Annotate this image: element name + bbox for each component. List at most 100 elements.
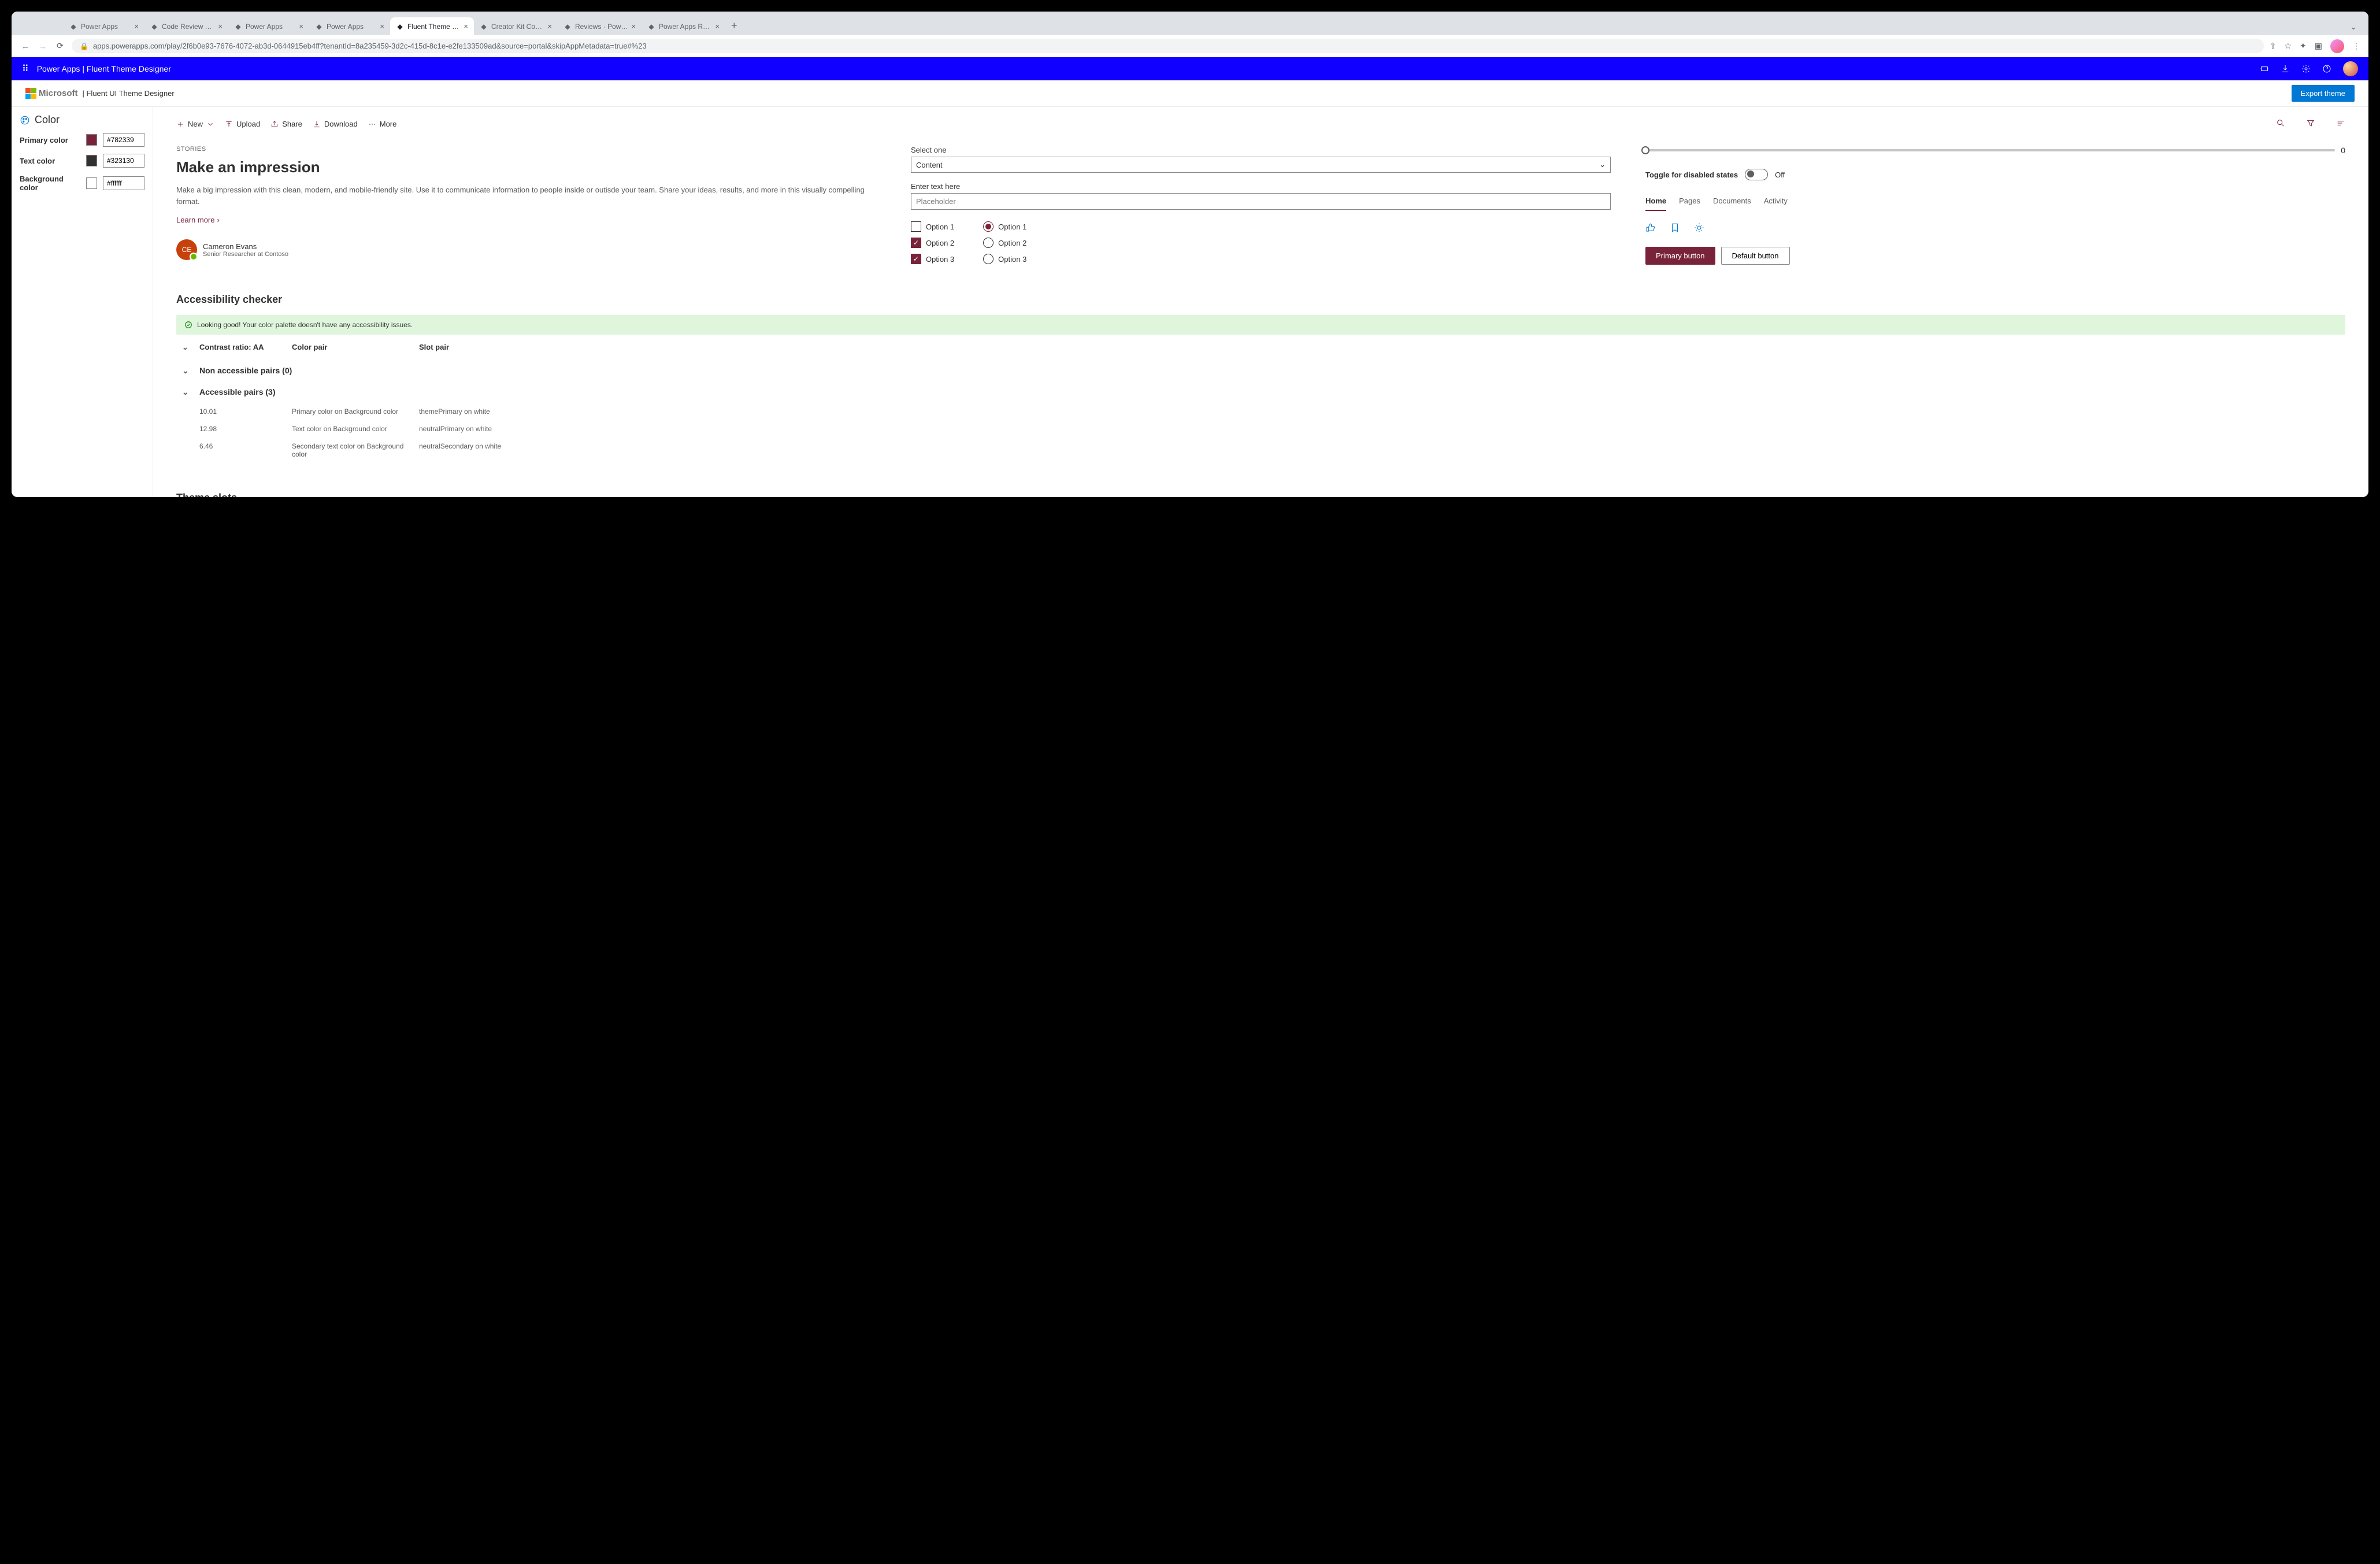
powerapps-icon: ◆ <box>564 23 572 31</box>
learn-more-link[interactable]: Learn more › <box>176 216 220 224</box>
bg-color-input[interactable] <box>103 176 144 190</box>
cell-ratio: 10.01 <box>199 407 292 416</box>
checkbox-option2[interactable]: ✓Option 2 <box>911 238 954 248</box>
fit-icon[interactable] <box>2260 64 2269 73</box>
browser-tab[interactable]: ◆ Power Apps × <box>64 17 144 35</box>
toggle[interactable] <box>1745 169 1768 180</box>
group-accessible[interactable]: ⌄ Accessible pairs (3) <box>176 381 2345 403</box>
section-heading: Accessibility checker <box>176 294 2345 306</box>
chevron-down-icon[interactable]: ⌄ <box>182 343 199 352</box>
primary-color-input[interactable] <box>103 133 144 147</box>
search-icon[interactable] <box>2276 118 2285 129</box>
pivot-documents[interactable]: Documents <box>1713 197 1751 211</box>
bookmark-icon[interactable]: ☆ <box>2284 41 2292 51</box>
powerapps-icon: ◆ <box>69 23 77 31</box>
tab-title: Power Apps <box>327 23 376 31</box>
story-title: Make an impression <box>176 158 876 176</box>
lock-icon: 🔒 <box>80 42 88 50</box>
sidebar-section-label: Color <box>35 114 60 126</box>
tab-close-icon[interactable]: × <box>134 22 139 31</box>
browser-tab[interactable]: ◆ Power Apps Review Tool - × <box>642 17 725 35</box>
like-icon[interactable] <box>1645 223 1656 233</box>
tab-close-icon[interactable]: × <box>631 22 636 31</box>
tab-close-icon[interactable]: × <box>715 22 720 31</box>
more-button[interactable]: More <box>368 120 397 128</box>
pivot: Home Pages Documents Activity <box>1645 197 2345 211</box>
app-launcher-icon[interactable]: ⠿ <box>22 63 29 75</box>
persona-name: Cameron Evans <box>203 242 288 251</box>
new-button[interactable]: New <box>176 120 214 128</box>
sun-icon[interactable] <box>1694 223 1704 233</box>
default-button[interactable]: Default button <box>1721 247 1790 265</box>
browser-tabs: ◆ Power Apps × ◆ Code Review Tool Experi… <box>12 13 2368 35</box>
browser-tab-active[interactable]: ◆ Fluent Theme Designer - P × <box>390 17 474 35</box>
user-avatar[interactable] <box>2343 61 2358 76</box>
browser-tab[interactable]: ◆ Power Apps × <box>228 17 309 35</box>
command-bar: New Upload Share Download More <box>176 118 2345 129</box>
upload-button[interactable]: Upload <box>225 120 260 128</box>
download-icon[interactable] <box>2281 64 2290 73</box>
app-icon[interactable]: ▣ <box>2315 41 2322 51</box>
checkbox-option3[interactable]: ✓Option 3 <box>911 254 954 264</box>
tab-close-icon[interactable]: × <box>218 22 223 31</box>
radio-option3[interactable]: Option 3 <box>983 254 1026 264</box>
back-button[interactable]: ← <box>20 40 31 52</box>
browser-tab[interactable]: ◆ Reviews · Power Apps × <box>558 17 642 35</box>
forward-button[interactable]: → <box>37 40 49 52</box>
browser-tab[interactable]: ◆ Power Apps × <box>309 17 390 35</box>
page-title: | Fluent UI Theme Designer <box>83 89 175 98</box>
browser-tab[interactable]: ◆ Code Review Tool Experim × <box>144 17 228 35</box>
text-input[interactable] <box>911 193 1611 210</box>
tab-close-icon[interactable]: × <box>299 22 303 31</box>
reload-button[interactable]: ⟳ <box>54 40 66 52</box>
col-pair: Color pair <box>292 343 419 352</box>
filter-icon[interactable] <box>2306 118 2315 129</box>
chevron-down-icon: ⌄ <box>182 366 199 376</box>
select-input[interactable]: Content ⌄ <box>911 157 1611 173</box>
export-theme-button[interactable]: Export theme <box>2292 85 2355 102</box>
primary-color-field: Primary color <box>20 133 144 147</box>
icon-row <box>1645 223 2345 233</box>
tab-close-icon[interactable]: × <box>380 22 384 31</box>
extensions-icon[interactable]: ✦ <box>2300 41 2307 51</box>
text-color-input[interactable] <box>103 154 144 168</box>
profile-avatar[interactable] <box>2330 39 2344 53</box>
slider[interactable]: 0 <box>1645 146 2345 155</box>
address-bar[interactable]: 🔒 apps.powerapps.com/play/2f6b0e93-7676-… <box>72 39 2264 53</box>
chevron-right-icon: › <box>217 216 219 224</box>
table-row: 12.98 Text color on Background color neu… <box>176 420 2345 438</box>
color-swatch[interactable] <box>86 155 97 166</box>
checkbox-option1[interactable]: Option 1 <box>911 221 954 232</box>
microsoft-logo: Microsoft <box>25 88 78 99</box>
pivot-home[interactable]: Home <box>1645 197 1666 211</box>
select-label: Select one <box>911 146 1611 154</box>
pivot-activity[interactable]: Activity <box>1764 197 1788 211</box>
powerapps-icon: ◆ <box>396 23 404 31</box>
menu-icon[interactable]: ⋮ <box>2352 41 2360 51</box>
color-swatch[interactable] <box>86 134 97 146</box>
tab-title: Code Review Tool Experim <box>162 23 214 31</box>
share-button[interactable]: Share <box>270 120 302 128</box>
tab-overflow-button[interactable]: ⌄ <box>2344 18 2363 35</box>
help-icon[interactable] <box>2322 64 2331 73</box>
primary-button[interactable]: Primary button <box>1645 247 1715 265</box>
browser-tab[interactable]: ◆ Creator Kit Control Referen × <box>474 17 558 35</box>
settings-icon[interactable] <box>2301 64 2311 73</box>
tab-close-icon[interactable]: × <box>464 22 468 31</box>
share-icon[interactable]: ⇧ <box>2270 41 2277 51</box>
chevron-down-icon <box>206 120 214 128</box>
text-label: Enter text here <box>911 182 1611 191</box>
option-label: Option 3 <box>998 255 1026 264</box>
radio-option2[interactable]: Option 2 <box>983 238 1026 248</box>
color-swatch[interactable] <box>86 177 97 189</box>
list-icon[interactable] <box>2336 118 2345 129</box>
tab-close-icon[interactable]: × <box>547 22 552 31</box>
pivot-pages[interactable]: Pages <box>1679 197 1700 211</box>
radio-option1[interactable]: Option 1 <box>983 221 1026 232</box>
bookmark-icon[interactable] <box>1670 223 1680 233</box>
slider-thumb[interactable] <box>1641 146 1649 154</box>
new-tab-button[interactable]: + <box>725 16 743 35</box>
download-button[interactable]: Download <box>313 120 358 128</box>
main-content: New Upload Share Download More <box>153 107 2368 497</box>
group-non-accessible[interactable]: ⌄ Non accessible pairs (0) <box>176 360 2345 381</box>
